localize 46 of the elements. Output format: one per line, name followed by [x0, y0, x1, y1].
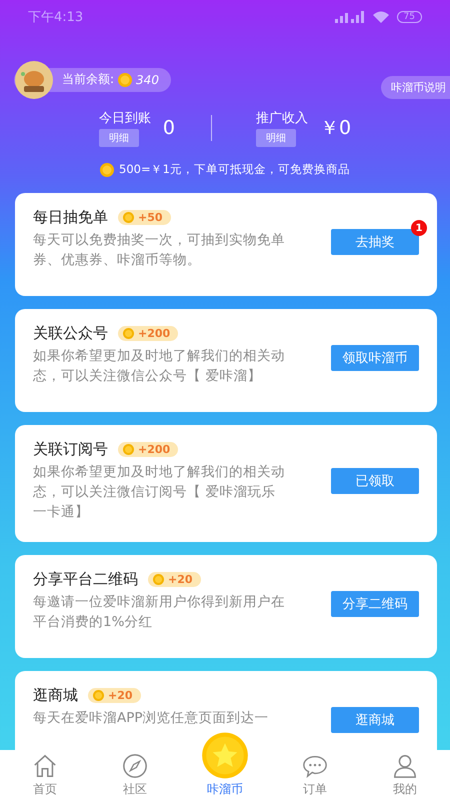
tab[interactable]: 社区	[90, 750, 180, 800]
task-description: 如果你希望更加及时地了解我们的相关动态，可以关注微信订阅号【 爱咔溜玩乐一卡通】	[33, 463, 285, 522]
compass-icon	[122, 753, 148, 779]
balance-label: 当前余额:	[62, 71, 114, 88]
reward-badge: +50	[118, 210, 171, 225]
task-description: 如果你希望更加及时地了解我们的相关动态，可以关注微信公众号【 爱咔溜】	[33, 347, 285, 386]
task-button[interactable]: 分享二维码	[331, 591, 419, 617]
battery-indicator: 75	[396, 11, 422, 23]
detail-button[interactable]: 明细	[98, 129, 139, 147]
detail-button[interactable]: 明细	[256, 129, 296, 147]
reward-badge: +20	[88, 688, 141, 703]
stat-value: 0	[162, 117, 175, 139]
task-button[interactable]: 逛商城	[331, 707, 419, 733]
chat-icon	[302, 753, 328, 779]
wifi-icon	[372, 11, 389, 23]
task-description: 每天可以免费抽奖一次，可抽到实物免单券、优惠券、咔溜币等物。	[33, 231, 285, 270]
task-description: 每天在爱咔溜APP浏览任意页面到达一	[33, 709, 270, 728]
coin-icon	[100, 162, 114, 176]
task-title: 逛商城	[33, 686, 78, 705]
signal-icon	[334, 11, 365, 23]
star-coin-icon	[199, 731, 251, 780]
reward-badge: +200	[118, 326, 178, 341]
task-button[interactable]: 领取咔溜币	[331, 345, 419, 371]
task-title: 每日抽免单	[33, 208, 108, 227]
explain-button[interactable]: 咔溜币说明	[381, 76, 450, 99]
tab[interactable]: 订单	[270, 750, 360, 800]
reward-badge: +20	[148, 572, 201, 587]
tab[interactable]: 咔溜币	[180, 731, 270, 800]
notification-badge: 1	[411, 220, 427, 236]
stat-label: 推广收入	[256, 110, 308, 127]
task-button[interactable]: 已领取	[331, 468, 419, 494]
person-icon	[392, 753, 418, 779]
task-title: 分享平台二维码	[33, 570, 138, 589]
status-time: 下午4:13	[28, 9, 84, 26]
reward-badge: +200	[118, 442, 178, 457]
home-icon	[32, 753, 58, 779]
coin-icon	[118, 72, 132, 86]
task-description: 每邀请一位爱咔溜新用户你得到新用户在平台消费的1%分红	[33, 593, 285, 632]
stat-label: 今日到账	[98, 110, 151, 127]
tab[interactable]: 我的	[360, 750, 450, 800]
exchange-note: 500=￥1元，下单可抵现金，可免费换商品	[119, 162, 350, 177]
stat-value: ￥0	[320, 116, 352, 141]
balance-amount: 340	[136, 72, 159, 86]
task-title: 关联订阅号	[33, 440, 108, 459]
tab[interactable]: 首页	[0, 750, 90, 800]
task-title: 关联公众号	[33, 324, 108, 343]
